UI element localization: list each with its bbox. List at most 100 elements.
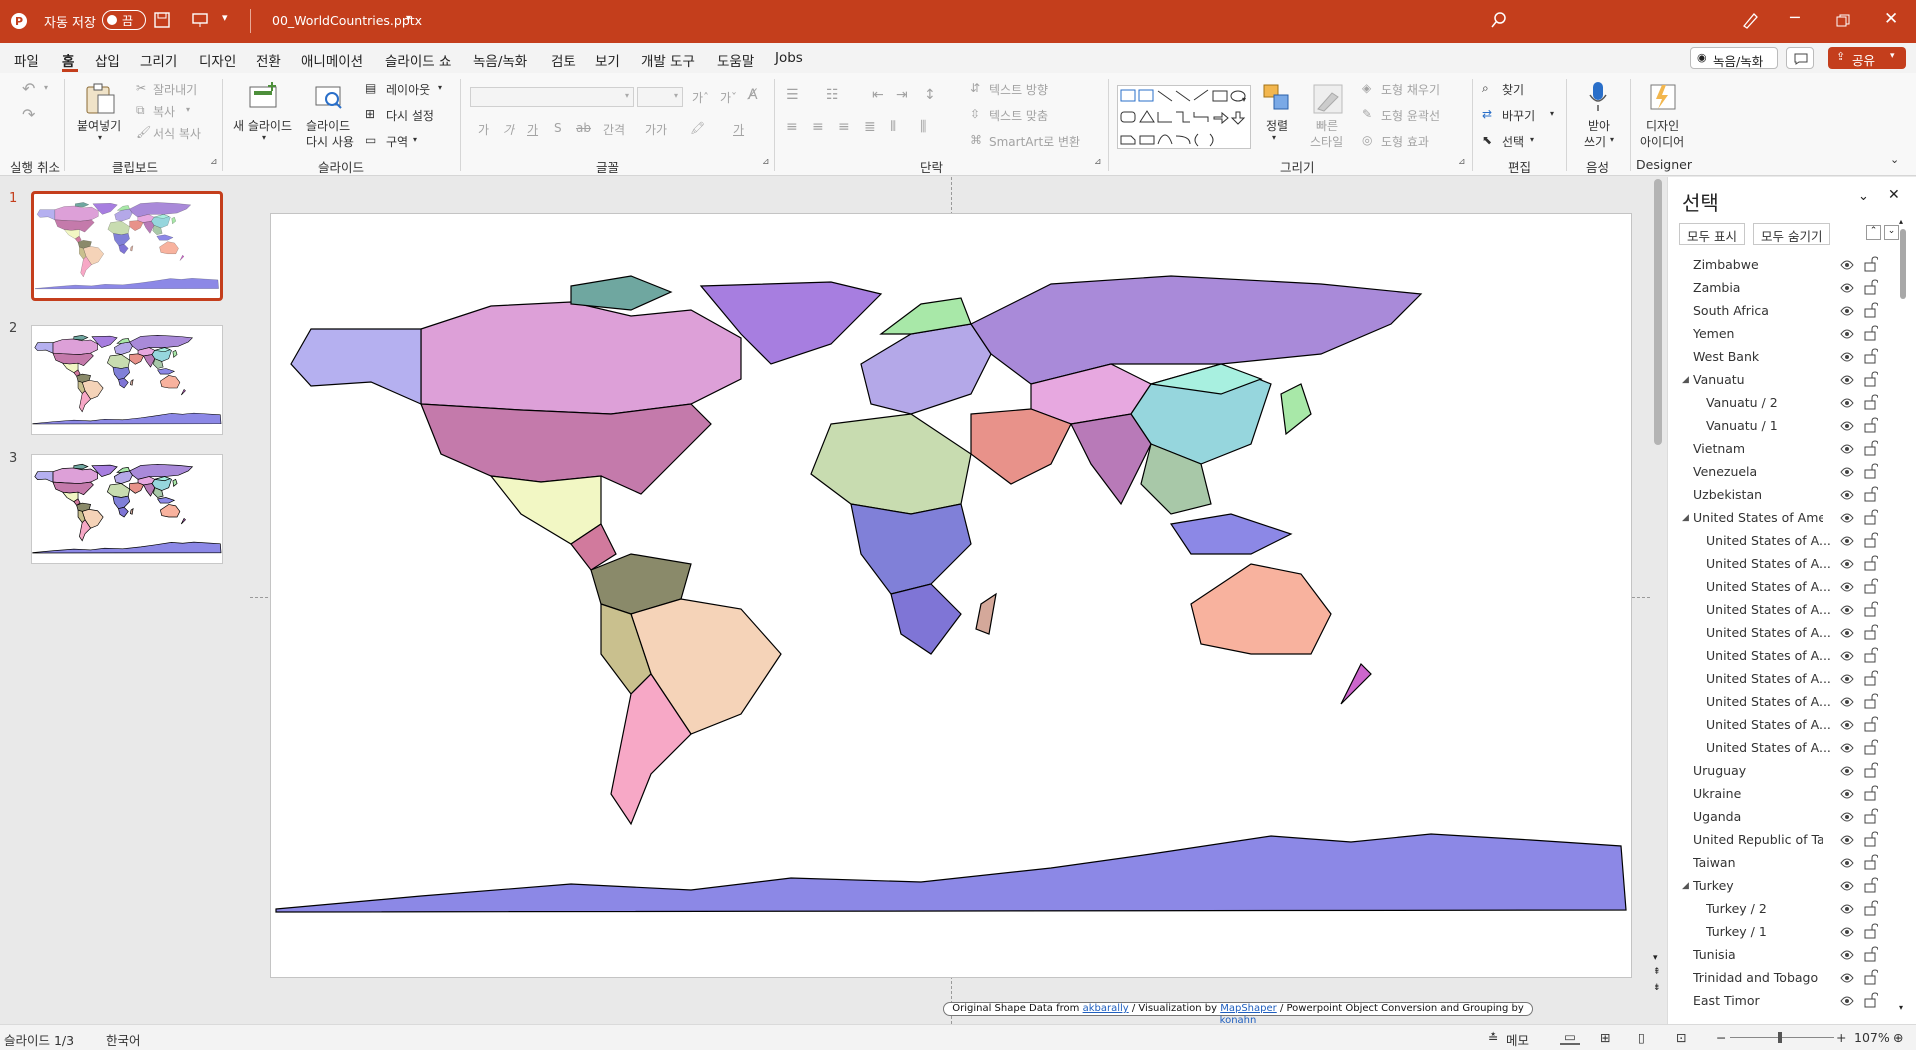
visibility-eye-icon[interactable] xyxy=(1840,719,1854,733)
autosave-toggle[interactable]: 끔 xyxy=(102,10,146,30)
selection-item[interactable]: Vietnam xyxy=(1668,437,1898,460)
selection-item[interactable]: United States of A... xyxy=(1668,598,1898,621)
copy-label[interactable]: 복사 xyxy=(153,103,175,120)
visibility-eye-icon[interactable] xyxy=(1840,466,1854,480)
selection-item[interactable]: United States of A... xyxy=(1668,621,1898,644)
visibility-eye-icon[interactable] xyxy=(1840,742,1854,756)
save-icon[interactable] xyxy=(154,12,170,28)
paste-label[interactable]: 붙여넣기 xyxy=(77,117,121,134)
filename-chevron-icon[interactable]: ▾ xyxy=(406,13,411,24)
editor-scrollbar[interactable]: ▾ ⇞ ⇟ xyxy=(1650,177,1666,1024)
slide-canvas[interactable]: Original Shape Data from akbarally / Vis… xyxy=(270,213,1632,1026)
unlock-icon[interactable] xyxy=(1864,854,1879,873)
shape-outline-label[interactable]: 도형 윤곽선 xyxy=(1381,107,1440,124)
align-center-icon[interactable]: ≡ xyxy=(812,119,824,135)
pane-scroll-up-icon[interactable]: ▴ xyxy=(1899,217,1903,226)
select-label[interactable]: 선택 xyxy=(1502,133,1524,150)
gallery-scroll-icon[interactable]: ▾ xyxy=(1242,95,1246,104)
unlock-icon[interactable] xyxy=(1864,302,1879,321)
visibility-eye-icon[interactable] xyxy=(1840,282,1854,296)
unlock-icon[interactable] xyxy=(1864,486,1879,505)
visibility-eye-icon[interactable] xyxy=(1840,259,1854,273)
selection-item[interactable]: ◢ United States of Ame... xyxy=(1668,506,1898,529)
pen-icon[interactable] xyxy=(1741,11,1759,29)
slide-thumbnail-2[interactable] xyxy=(31,325,223,435)
unlock-icon[interactable] xyxy=(1864,762,1879,781)
selection-item[interactable]: United States of A... xyxy=(1668,552,1898,575)
text-direction-icon[interactable]: ⇵ xyxy=(970,81,980,95)
selection-item[interactable]: Turkey / 1 xyxy=(1668,920,1898,943)
selection-item[interactable]: Zambia xyxy=(1668,276,1898,299)
unlock-icon[interactable] xyxy=(1864,256,1879,275)
prev-slide-icon[interactable]: ⇞ xyxy=(1653,967,1661,977)
visibility-eye-icon[interactable] xyxy=(1840,857,1854,871)
bullets-icon[interactable]: ☰ xyxy=(786,87,799,103)
unlock-icon[interactable] xyxy=(1864,509,1879,528)
shapes-gallery[interactable] xyxy=(1117,85,1251,149)
unlock-icon[interactable] xyxy=(1864,923,1879,942)
highlight-icon[interactable]: 🖍 xyxy=(690,121,705,135)
present-icon[interactable] xyxy=(192,12,208,28)
visibility-eye-icon[interactable] xyxy=(1840,305,1854,319)
fit-slide-icon[interactable]: ⊕ xyxy=(1893,1030,1903,1045)
tab-draw[interactable]: 그리기 xyxy=(140,50,177,70)
collapse-ribbon-icon[interactable]: ⌄ xyxy=(1890,153,1899,166)
visibility-eye-icon[interactable] xyxy=(1840,535,1854,549)
unlock-icon[interactable] xyxy=(1864,371,1879,390)
arrange-icon[interactable] xyxy=(1262,83,1292,113)
credit-banner[interactable]: Original Shape Data from akbarally / Vis… xyxy=(943,1002,1533,1026)
visibility-eye-icon[interactable] xyxy=(1840,351,1854,365)
unlock-icon[interactable] xyxy=(1864,578,1879,597)
unlock-icon[interactable] xyxy=(1864,647,1879,666)
char-spacing-icon[interactable]: 간격 xyxy=(603,121,625,138)
unlock-icon[interactable] xyxy=(1864,946,1879,965)
layout-label[interactable]: 레이아웃 xyxy=(386,81,430,98)
shape-fill-icon[interactable]: ◈ xyxy=(1362,81,1371,95)
columns-icon[interactable]: ⫼ xyxy=(920,119,926,135)
selection-item[interactable]: Ukraine xyxy=(1668,782,1898,805)
unlock-icon[interactable] xyxy=(1864,900,1879,919)
unlock-icon[interactable] xyxy=(1864,992,1879,1011)
align-left-icon[interactable]: ≡ xyxy=(786,119,798,135)
notes-button[interactable]: 메모 xyxy=(1506,1030,1529,1049)
layout-icon[interactable]: ▤ xyxy=(365,81,376,95)
unlock-icon[interactable] xyxy=(1864,877,1879,896)
visibility-eye-icon[interactable] xyxy=(1840,581,1854,595)
unlock-icon[interactable] xyxy=(1864,325,1879,344)
group-expand-icon[interactable]: ◢ xyxy=(1682,513,1689,523)
select-icon[interactable]: ⬉ xyxy=(1482,133,1492,147)
close-icon[interactable]: ✕ xyxy=(1884,9,1898,29)
unlock-icon[interactable] xyxy=(1864,969,1879,988)
paste-chevron-icon[interactable]: ▾ xyxy=(98,133,102,142)
undo-icon[interactable]: ↶ xyxy=(22,79,35,98)
bold-icon[interactable]: 가 xyxy=(478,121,489,138)
quick-styles-label-1[interactable]: 빠른 xyxy=(1316,117,1338,134)
unlock-icon[interactable] xyxy=(1864,831,1879,850)
new-slide-label[interactable]: 새 슬라이드 xyxy=(233,117,292,134)
zoom-slider[interactable] xyxy=(1730,1032,1834,1043)
unlock-icon[interactable] xyxy=(1864,440,1879,459)
quick-styles-icon[interactable] xyxy=(1312,83,1344,115)
unlock-icon[interactable] xyxy=(1864,716,1879,735)
tab-transitions[interactable]: 전환 xyxy=(256,50,281,70)
visibility-eye-icon[interactable] xyxy=(1840,489,1854,503)
shadow-icon[interactable]: S xyxy=(554,121,562,135)
selection-item[interactable]: Yemen xyxy=(1668,322,1898,345)
slide-sorter-icon[interactable]: ⊞ xyxy=(1600,1030,1610,1045)
selection-item[interactable]: Zimbabwe xyxy=(1668,253,1898,276)
pane-options-icon[interactable]: ⌄ xyxy=(1858,189,1869,204)
selection-item[interactable]: United States of A... xyxy=(1668,644,1898,667)
zoom-level[interactable]: 107% xyxy=(1854,1030,1890,1045)
drawing-launcher-icon[interactable]: ⊿ xyxy=(1458,157,1466,167)
find-icon[interactable]: ⌕ xyxy=(1482,81,1489,96)
smartart-label[interactable]: SmartArt로 변환 xyxy=(989,133,1080,150)
selection-item[interactable]: United States of A... xyxy=(1668,713,1898,736)
selection-item[interactable]: Uzbekistan xyxy=(1668,483,1898,506)
customize-qat-icon[interactable]: ▾ xyxy=(222,11,228,24)
decrease-indent-icon[interactable]: ⇤ xyxy=(872,87,884,103)
designer-label-1[interactable]: 디자인 xyxy=(1646,117,1679,134)
shape-effects-icon[interactable]: ◎ xyxy=(1362,133,1372,147)
visibility-eye-icon[interactable] xyxy=(1840,650,1854,664)
arrange-chevron-icon[interactable]: ▾ xyxy=(1272,133,1276,142)
minimize-icon[interactable]: ─ xyxy=(1790,8,1800,27)
